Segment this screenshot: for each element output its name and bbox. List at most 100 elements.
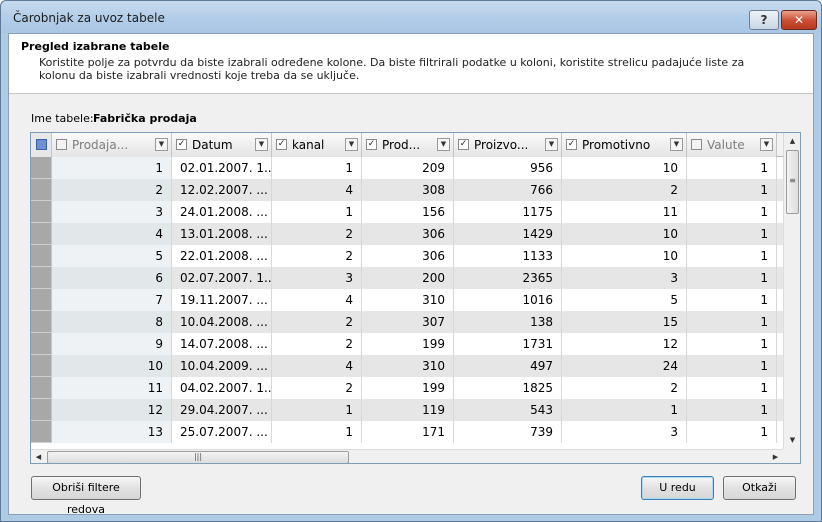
table-row: 12 29.04.2007. ... 1 119 543 1 1 (31, 399, 783, 421)
row-header[interactable] (31, 399, 52, 421)
table-cell: 25.07.2007. ... (172, 421, 272, 443)
select-all-icon (36, 139, 47, 150)
table-cell: 1 (687, 223, 777, 245)
filter-dropdown-arrow-icon[interactable]: ▼ (345, 138, 358, 151)
table-row: 13 25.07.2007. ... 1 171 739 3 1 (31, 421, 783, 443)
column-checkbox[interactable]: ✓ (276, 139, 287, 150)
column-checkbox[interactable] (691, 139, 702, 150)
import-wizard-window: Čarobnjak za uvoz tabele ? ✕ Pregled iza… (0, 0, 822, 522)
close-button[interactable]: ✕ (781, 10, 817, 30)
row-header[interactable] (31, 179, 52, 201)
row-header[interactable] (31, 267, 52, 289)
row-header[interactable] (31, 289, 52, 311)
row-header[interactable] (31, 157, 52, 179)
column-header[interactable]: ✓ Promotivno ▼ (562, 133, 687, 157)
data-preview-grid[interactable]: Prodaja... ▼ ✓ Datum ▼ ✓ kanal ▼ ✓ Prod... ▼ ✓ Proiz… (30, 132, 801, 464)
select-all-corner[interactable] (31, 133, 52, 157)
column-header-label: Prodaja... (72, 138, 129, 152)
filter-dropdown-arrow-icon[interactable]: ▼ (670, 138, 683, 151)
column-checkbox[interactable]: ✓ (566, 139, 577, 150)
table-cell: 24 (562, 355, 687, 377)
column-checkbox[interactable]: ✓ (176, 139, 187, 150)
cancel-button[interactable]: Otkaži (723, 476, 796, 500)
table-cell: 7 (52, 289, 172, 311)
row-header[interactable] (31, 223, 52, 245)
column-checkbox[interactable] (56, 139, 67, 150)
table-cell: 307 (362, 311, 454, 333)
horizontal-scrollbar[interactable]: ◀ ||| ▶ (31, 449, 783, 463)
filter-dropdown-arrow-icon[interactable]: ▼ (437, 138, 450, 151)
table-row: 8 10.04.2008. ... 2 307 138 15 1 (31, 311, 783, 333)
column-header-label: Datum (192, 138, 233, 152)
table-cell: 1825 (454, 377, 562, 399)
table-cell: 13 (52, 421, 172, 443)
table-row: 4 13.01.2008. ... 2 306 1429 10 1 (31, 223, 783, 245)
table-cell: 1 (687, 267, 777, 289)
row-header[interactable] (31, 311, 52, 333)
filter-dropdown-arrow-icon[interactable]: ▼ (760, 138, 773, 151)
table-cell: 2365 (454, 267, 562, 289)
column-header[interactable]: ✓ kanal ▼ (272, 133, 362, 157)
scroll-left-arrow-icon[interactable]: ◀ (31, 450, 46, 463)
row-header[interactable] (31, 201, 52, 223)
grid-body: 1 02.01.2007. 1... 1 209 956 10 1 2 12.02.2007. … (31, 157, 783, 449)
table-row: 2 12.02.2007. ... 4 308 766 2 1 (31, 179, 783, 201)
table-cell: 1175 (454, 201, 562, 223)
table-cell: 156 (362, 201, 454, 223)
table-cell: 1 (687, 289, 777, 311)
table-cell: 200 (362, 267, 454, 289)
table-cell: 119 (362, 399, 454, 421)
table-cell: 2 (562, 377, 687, 399)
filter-dropdown-arrow-icon[interactable]: ▼ (255, 138, 268, 151)
column-header-label: Valute (707, 138, 745, 152)
column-header[interactable]: Prodaja... ▼ (52, 133, 172, 157)
table-cell: 497 (454, 355, 562, 377)
table-cell: 739 (454, 421, 562, 443)
column-header[interactable]: Valute ▼ (687, 133, 777, 157)
table-cell: 3 (562, 421, 687, 443)
column-header[interactable]: ✓ Proizvo... ▼ (454, 133, 562, 157)
table-cell: 138 (454, 311, 562, 333)
column-header[interactable]: ✓ Datum ▼ (172, 133, 272, 157)
dialog-client-area: Pregled izabrane tabele Koristite polje … (8, 33, 814, 516)
table-cell: 1 (687, 355, 777, 377)
row-header[interactable] (31, 333, 52, 355)
table-row: 11 04.02.2007. 1... 2 199 1825 2 1 (31, 377, 783, 399)
table-cell: 310 (362, 289, 454, 311)
filter-dropdown-arrow-icon[interactable]: ▼ (545, 138, 558, 151)
scroll-up-arrow-icon[interactable]: ▲ (784, 133, 800, 150)
table-cell: 2 (272, 245, 362, 267)
row-header[interactable] (31, 421, 52, 443)
column-header[interactable]: ✓ Prod... ▼ (362, 133, 454, 157)
filter-dropdown-arrow-icon[interactable]: ▼ (155, 138, 168, 151)
scroll-right-arrow-icon[interactable]: ▶ (768, 450, 783, 463)
table-cell: 02.01.2007. 1... (172, 157, 272, 179)
row-header[interactable] (31, 245, 52, 267)
table-cell: 19.11.2007. ... (172, 289, 272, 311)
vertical-scrollbar[interactable]: ▲ ≡ ▼ (783, 133, 800, 449)
row-header[interactable] (31, 377, 52, 399)
scroll-down-arrow-icon[interactable]: ▼ (784, 432, 800, 449)
table-cell: 1016 (454, 289, 562, 311)
table-cell: 199 (362, 333, 454, 355)
column-checkbox[interactable]: ✓ (366, 139, 377, 150)
help-button[interactable]: ? (749, 10, 779, 30)
table-cell: 3 (272, 267, 362, 289)
table-cell: 1 (687, 311, 777, 333)
horizontal-scroll-thumb[interactable]: ||| (47, 451, 349, 463)
table-cell: 1 (687, 245, 777, 267)
column-header-label: Proizvo... (474, 138, 529, 152)
vertical-scroll-thumb[interactable]: ≡ (786, 150, 799, 214)
table-cell: 4 (272, 355, 362, 377)
clear-row-filters-button[interactable]: Obriši filtere redova (31, 476, 141, 516)
table-cell: 13.01.2008. ... (172, 223, 272, 245)
table-cell: 306 (362, 245, 454, 267)
ok-button[interactable]: U redu (641, 476, 714, 500)
column-checkbox[interactable]: ✓ (458, 139, 469, 150)
table-cell: 1 (687, 421, 777, 443)
row-header[interactable] (31, 355, 52, 377)
table-cell: 3 (562, 267, 687, 289)
table-cell: 11 (52, 377, 172, 399)
table-cell: 4 (52, 223, 172, 245)
table-cell: 12.02.2007. ... (172, 179, 272, 201)
